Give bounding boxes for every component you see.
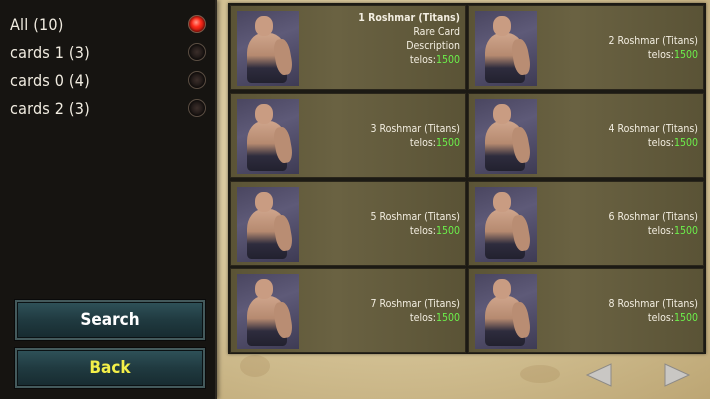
- card-name: 4 Roshmar (Titans): [608, 123, 698, 135]
- prev-page-button[interactable]: [584, 360, 614, 390]
- card-name: 2 Roshmar (Titans): [608, 35, 698, 47]
- filter-item-all[interactable]: All (10): [10, 12, 206, 36]
- card-price: telos:1500: [358, 53, 460, 67]
- price-label: telos:: [409, 312, 436, 324]
- next-page-button[interactable]: [662, 360, 692, 390]
- card-info: 8 Roshmar (Titans) telos:1500: [608, 297, 698, 325]
- card-name: 8 Roshmar (Titans): [608, 298, 698, 310]
- price-label: telos:: [647, 312, 674, 324]
- card-description: Description: [406, 40, 460, 52]
- card-price: telos:1500: [608, 224, 698, 238]
- price-label: telos:: [409, 54, 436, 66]
- card-name: 6 Roshmar (Titans): [608, 211, 698, 223]
- right-arrow-icon: [664, 363, 691, 387]
- price-label: telos:: [409, 137, 436, 149]
- filter-label: cards 2 (3): [10, 98, 90, 118]
- back-button-label: Back: [89, 358, 131, 378]
- card-name: 5 Roshmar (Titans): [370, 211, 460, 223]
- card-portrait: [475, 99, 537, 174]
- card-info: 4 Roshmar (Titans) telos:1500: [608, 122, 698, 150]
- card-item[interactable]: 6 Roshmar (Titans) telos:1500: [468, 181, 704, 266]
- card-portrait: [237, 99, 299, 174]
- price-label: telos:: [647, 137, 674, 149]
- price-value: 1500: [673, 49, 698, 61]
- card-portrait: [475, 274, 537, 349]
- radio-icon[interactable]: [188, 99, 206, 117]
- card-price: telos:1500: [608, 311, 698, 325]
- radio-selected-icon[interactable]: [188, 15, 206, 33]
- card-item[interactable]: 3 Roshmar (Titans) telos:1500: [230, 93, 466, 178]
- price-value: 1500: [435, 137, 460, 149]
- back-button[interactable]: Back: [15, 348, 205, 388]
- card-name: 3 Roshmar (Titans): [370, 123, 460, 135]
- price-value: 1500: [435, 54, 460, 66]
- price-label: telos:: [647, 225, 674, 237]
- card-portrait: [237, 11, 299, 86]
- background-stain: [520, 365, 560, 383]
- filter-label: cards 1 (3): [10, 42, 90, 62]
- price-label: telos:: [647, 49, 674, 61]
- search-button[interactable]: Search: [15, 300, 205, 340]
- card-price: telos:1500: [608, 48, 698, 62]
- card-portrait: [237, 187, 299, 262]
- price-value: 1500: [435, 312, 460, 324]
- card-price: telos:1500: [370, 136, 460, 150]
- card-grid: 1 Roshmar (Titans) Rare Card Description…: [228, 3, 706, 354]
- card-name: 1 Roshmar (Titans): [358, 12, 460, 24]
- card-item[interactable]: 2 Roshmar (Titans) telos:1500: [468, 5, 704, 90]
- left-arrow-icon: [585, 363, 612, 387]
- card-item[interactable]: 4 Roshmar (Titans) telos:1500: [468, 93, 704, 178]
- filter-item-cards-0[interactable]: cards 0 (4): [10, 68, 206, 92]
- card-info: 6 Roshmar (Titans) telos:1500: [608, 210, 698, 238]
- filter-item-cards-2[interactable]: cards 2 (3): [10, 96, 206, 120]
- card-info: 7 Roshmar (Titans) telos:1500: [370, 297, 460, 325]
- card-info: 1 Roshmar (Titans) Rare Card Description…: [358, 11, 460, 67]
- price-value: 1500: [673, 137, 698, 149]
- card-price: telos:1500: [608, 136, 698, 150]
- search-button-label: Search: [80, 310, 140, 330]
- price-value: 1500: [673, 225, 698, 237]
- price-label: telos:: [409, 225, 436, 237]
- card-price: telos:1500: [370, 311, 460, 325]
- card-portrait: [237, 274, 299, 349]
- card-rarity: Rare Card: [413, 26, 460, 38]
- card-name: 7 Roshmar (Titans): [370, 298, 460, 310]
- card-price: telos:1500: [370, 224, 460, 238]
- price-value: 1500: [435, 225, 460, 237]
- filter-label: cards 0 (4): [10, 70, 90, 90]
- filter-label: All (10): [10, 14, 64, 34]
- radio-icon[interactable]: [188, 43, 206, 61]
- filter-item-cards-1[interactable]: cards 1 (3): [10, 40, 206, 64]
- price-value: 1500: [673, 312, 698, 324]
- card-item[interactable]: 8 Roshmar (Titans) telos:1500: [468, 268, 704, 353]
- card-portrait: [475, 11, 537, 86]
- card-item[interactable]: 1 Roshmar (Titans) Rare Card Description…: [230, 5, 466, 90]
- card-info: 2 Roshmar (Titans) telos:1500: [608, 34, 698, 62]
- card-portrait: [475, 187, 537, 262]
- card-item[interactable]: 5 Roshmar (Titans) telos:1500: [230, 181, 466, 266]
- card-info: 5 Roshmar (Titans) telos:1500: [370, 210, 460, 238]
- radio-icon[interactable]: [188, 71, 206, 89]
- card-info: 3 Roshmar (Titans) telos:1500: [370, 122, 460, 150]
- filter-panel: All (10) cards 1 (3) cards 0 (4) cards 2…: [0, 0, 217, 399]
- card-item[interactable]: 7 Roshmar (Titans) telos:1500: [230, 268, 466, 353]
- background-stain: [240, 355, 270, 377]
